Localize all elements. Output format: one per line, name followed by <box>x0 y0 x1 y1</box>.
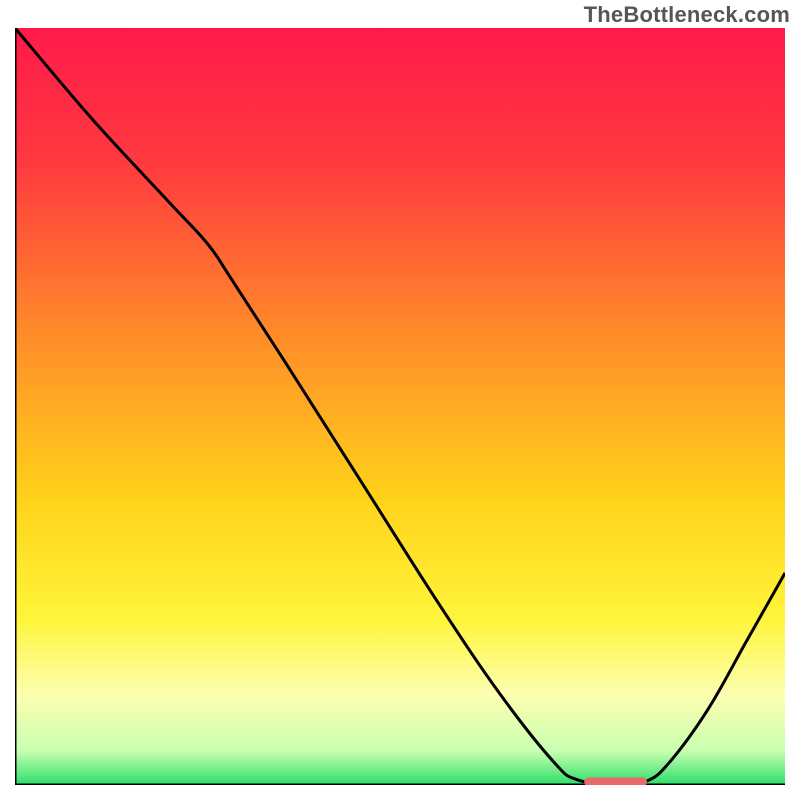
chart-container: TheBottleneck.com <box>0 0 800 800</box>
watermark-text: TheBottleneck.com <box>584 2 790 28</box>
chart-background-gradient <box>15 28 785 785</box>
chart-plot-area <box>15 28 785 785</box>
chart-svg <box>15 28 785 785</box>
